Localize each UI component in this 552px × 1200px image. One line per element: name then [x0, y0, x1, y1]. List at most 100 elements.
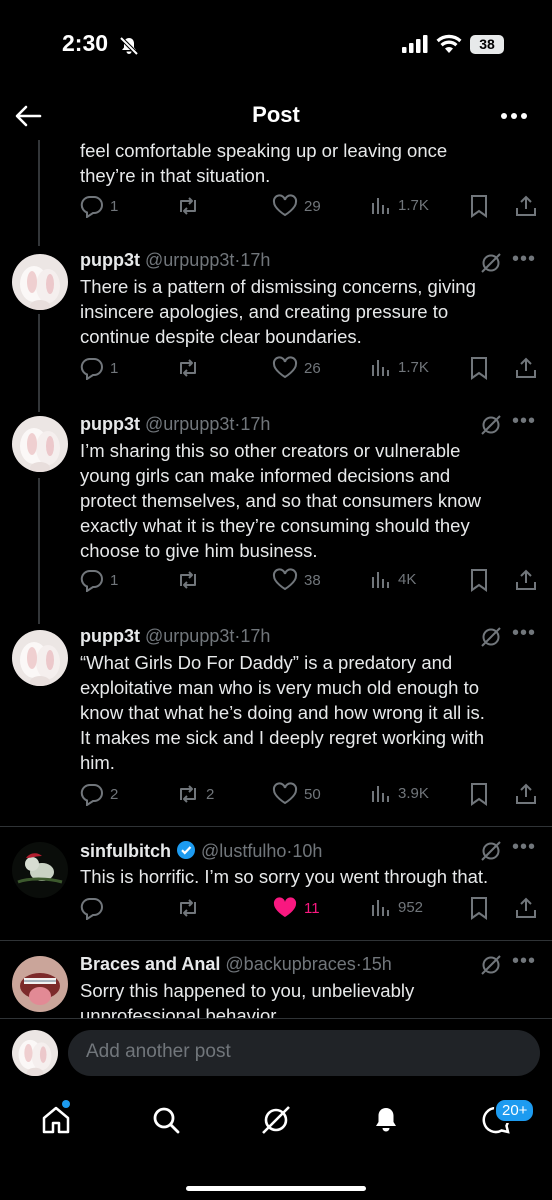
display-name[interactable]: Braces and Anal: [80, 954, 220, 974]
avatar[interactable]: [12, 630, 68, 686]
handle[interactable]: @lustfulho: [201, 841, 286, 861]
home-indicator: [186, 1186, 366, 1191]
grok-icon[interactable]: [480, 414, 502, 436]
post-text: There is a pattern of dismissing concern…: [80, 274, 530, 349]
bookmark-icon[interactable]: [468, 568, 490, 592]
like-button[interactable]: 50: [272, 782, 321, 806]
share-icon[interactable]: [514, 782, 538, 806]
share-icon[interactable]: [514, 896, 538, 920]
like-count: 38: [304, 571, 321, 589]
heart-icon: [272, 194, 298, 217]
views-button[interactable]: 1.7K: [370, 194, 429, 216]
post-text-line: It makes me sick and I deeply regret wor…: [80, 727, 485, 748]
wifi-icon: [436, 34, 462, 53]
more-options-icon[interactable]: [500, 112, 528, 120]
handle[interactable]: @backupbraces: [225, 954, 355, 974]
views-button[interactable]: 4K: [370, 568, 416, 590]
thread-line: [38, 314, 40, 412]
grok-icon[interactable]: [480, 626, 502, 648]
grok-icon[interactable]: [480, 840, 502, 862]
post-actions: 1 29 1.7K: [80, 194, 540, 220]
reply-button[interactable]: 2: [80, 782, 118, 806]
avatar[interactable]: [12, 842, 68, 898]
timestamp: 15h: [361, 954, 392, 974]
views-icon: [372, 198, 389, 214]
views-button[interactable]: 952: [370, 896, 423, 918]
post-more-icon[interactable]: •••: [512, 248, 536, 271]
grok-icon[interactable]: [480, 954, 502, 976]
repost-button[interactable]: [176, 568, 206, 592]
post-text-line: choose to give him business.: [80, 540, 318, 561]
repost-button[interactable]: 2: [176, 782, 214, 806]
view-count: 3.9K: [398, 784, 429, 802]
repost-button[interactable]: [176, 194, 206, 218]
views-icon: [372, 786, 389, 802]
bookmark-icon[interactable]: [468, 896, 490, 920]
repost-icon: [180, 899, 196, 917]
share-icon[interactable]: [514, 568, 538, 592]
bell-slash-icon: [119, 36, 139, 56]
display-name[interactable]: pupp3t: [80, 250, 140, 270]
like-count: 26: [304, 359, 321, 377]
post-text-line: him.: [80, 752, 115, 773]
post-more-icon[interactable]: •••: [512, 836, 536, 859]
post-more-icon[interactable]: •••: [512, 410, 536, 433]
post-text-line: insincere apologies, and creating pressu…: [80, 301, 449, 322]
handle[interactable]: @urpupp3t: [145, 414, 234, 434]
divider: [0, 826, 552, 827]
repost-button[interactable]: [176, 356, 206, 380]
bookmark-icon[interactable]: [468, 356, 490, 380]
post-actions: 1 38 4K: [80, 568, 540, 594]
avatar[interactable]: [12, 416, 68, 472]
post-actions: 2 2 50 3.9K: [80, 782, 540, 808]
display-name[interactable]: pupp3t: [80, 626, 140, 646]
reply-button[interactable]: 1: [80, 356, 118, 380]
bookmark-icon[interactable]: [468, 782, 490, 806]
post-meta: sinfulbitch @lustfulho·10h: [80, 841, 323, 861]
reply-icon: [80, 783, 103, 806]
like-button[interactable]: 26: [272, 356, 321, 380]
post-more-icon[interactable]: •••: [512, 950, 536, 973]
post-text: I’m sharing this so other creators or vu…: [80, 438, 530, 563]
display-name[interactable]: sinfulbitch: [80, 841, 171, 861]
views-button[interactable]: 1.7K: [370, 356, 429, 378]
nav-grok[interactable]: [256, 1100, 296, 1140]
reply-button[interactable]: 1: [80, 568, 118, 592]
share-icon[interactable]: [514, 356, 538, 380]
reply-button[interactable]: 1: [80, 194, 118, 218]
views-button[interactable]: 3.9K: [370, 782, 429, 804]
like-count: 11: [304, 899, 320, 917]
handle[interactable]: @urpupp3t: [145, 626, 234, 646]
repost-button[interactable]: [176, 896, 206, 920]
post-text-line: young girls can make informed decisions …: [80, 465, 451, 486]
share-icon[interactable]: [514, 194, 538, 218]
like-button[interactable]: 38: [272, 568, 321, 592]
heart-icon: [272, 568, 298, 591]
display-name[interactable]: pupp3t: [80, 414, 140, 434]
battery-indicator: 38: [470, 34, 504, 54]
reply-button[interactable]: [80, 896, 110, 920]
nav-home[interactable]: [36, 1100, 76, 1140]
avatar[interactable]: [12, 254, 68, 310]
view-count: 952: [398, 898, 424, 916]
nav-notifications[interactable]: [366, 1100, 406, 1140]
reply-count: 1: [110, 571, 119, 589]
home-notification-dot: [62, 1100, 70, 1108]
handle[interactable]: @urpupp3t: [145, 250, 234, 270]
post-actions: 1 26 1.7K: [80, 356, 540, 382]
search-icon: [153, 1107, 180, 1134]
messages-badge: 20+: [494, 1098, 536, 1123]
bookmark-icon[interactable]: [468, 194, 490, 218]
like-button[interactable]: 11: [272, 896, 320, 920]
grok-icon[interactable]: [480, 252, 502, 274]
like-count: 50: [304, 785, 321, 803]
avatar[interactable]: [12, 956, 68, 1012]
post-text-line: There is a pattern of dismissing concern…: [80, 276, 476, 297]
repost-icon: [180, 785, 196, 803]
reply-input-placeholder: Add another post: [86, 1041, 231, 1062]
like-button[interactable]: 29: [272, 194, 321, 218]
my-avatar[interactable]: [12, 1030, 58, 1076]
post-more-icon[interactable]: •••: [512, 622, 536, 645]
reply-icon: [80, 897, 103, 920]
nav-search[interactable]: [146, 1100, 186, 1140]
